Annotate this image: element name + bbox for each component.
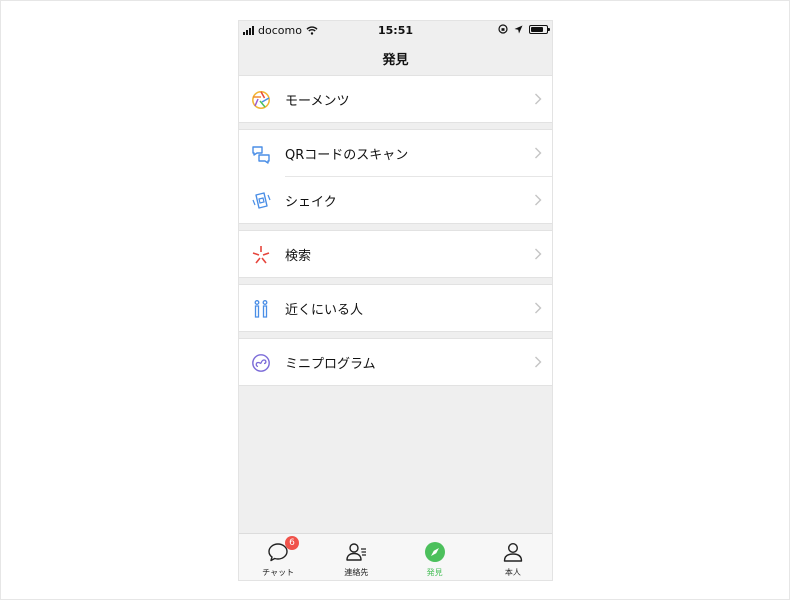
tab-chats[interactable]: 6 チャット <box>239 534 317 580</box>
tab-contacts[interactable]: 連絡先 <box>317 534 395 580</box>
qr-scan-icon <box>252 146 270 164</box>
people-nearby-icon <box>254 300 268 318</box>
page-title: 発見 <box>382 53 409 68</box>
shake-phone-icon <box>252 192 271 209</box>
tab-me[interactable]: 本人 <box>474 534 552 580</box>
tab-me-label: 本人 <box>504 568 521 577</box>
menu-item-mini-programs-label: ミニプログラム <box>285 356 376 372</box>
menu-item-nearby[interactable]: 近くにいる人 <box>239 285 552 331</box>
user-profile-icon <box>503 542 523 562</box>
orientation-lock-icon <box>498 24 508 34</box>
status-bar: docomo 15:51 <box>239 21 552 39</box>
search-sparkle-icon <box>252 246 270 264</box>
menu-item-moments-label: モーメンツ <box>285 93 350 109</box>
menu-item-shake-label: シェイク <box>285 194 337 210</box>
menu-item-qr-scan-label: QRコードのスキャン <box>285 147 409 163</box>
screenshot-canvas: docomo 15:51 発見 モーメンツ QRコードのスキャン シェイク 検索… <box>0 0 790 600</box>
menu-item-shake[interactable]: シェイク <box>239 177 552 223</box>
menu-item-moments[interactable]: モーメンツ <box>239 76 552 122</box>
location-arrow-icon <box>514 25 523 33</box>
menu-group-scan-shake: QRコードのスキャン シェイク <box>239 129 552 224</box>
chevron-right-icon <box>535 356 542 368</box>
tab-discover-label: 発見 <box>426 568 443 577</box>
tab-contacts-label: 連絡先 <box>344 568 369 577</box>
tab-chats-label: チャット <box>262 568 295 577</box>
menu-item-search[interactable]: 検索 <box>239 231 552 277</box>
chevron-right-icon <box>535 147 542 159</box>
tab-discover[interactable]: 発見 <box>396 534 474 580</box>
menu-group-mini-programs: ミニプログラム <box>239 338 552 386</box>
chevron-right-icon <box>535 93 542 105</box>
menu-group-search: 検索 <box>239 230 552 278</box>
menu-group-nearby: 近くにいる人 <box>239 284 552 332</box>
menu-item-nearby-label: 近くにいる人 <box>285 302 364 318</box>
chevron-right-icon <box>535 302 542 314</box>
mini-program-icon <box>252 354 270 372</box>
tab-bar: 6 チャット 連絡先 発見 本人 <box>239 533 552 580</box>
contacts-icon <box>346 543 367 561</box>
status-right <box>498 24 550 34</box>
menu-item-search-label: 検索 <box>285 248 312 264</box>
chevron-right-icon <box>535 248 542 260</box>
compass-icon <box>424 542 445 562</box>
unread-badge: 6 <box>285 536 299 550</box>
battery-icon <box>529 24 550 34</box>
menu-item-qr-scan[interactable]: QRコードのスキャン <box>239 130 552 176</box>
phone-screen: docomo 15:51 発見 モーメンツ QRコードのスキャン シェイク 検索… <box>238 20 553 581</box>
menu-item-mini-programs[interactable]: ミニプログラム <box>239 339 552 385</box>
moments-aperture-icon <box>252 91 270 109</box>
menu-group-moments: モーメンツ <box>239 75 552 123</box>
chevron-right-icon <box>535 194 542 206</box>
